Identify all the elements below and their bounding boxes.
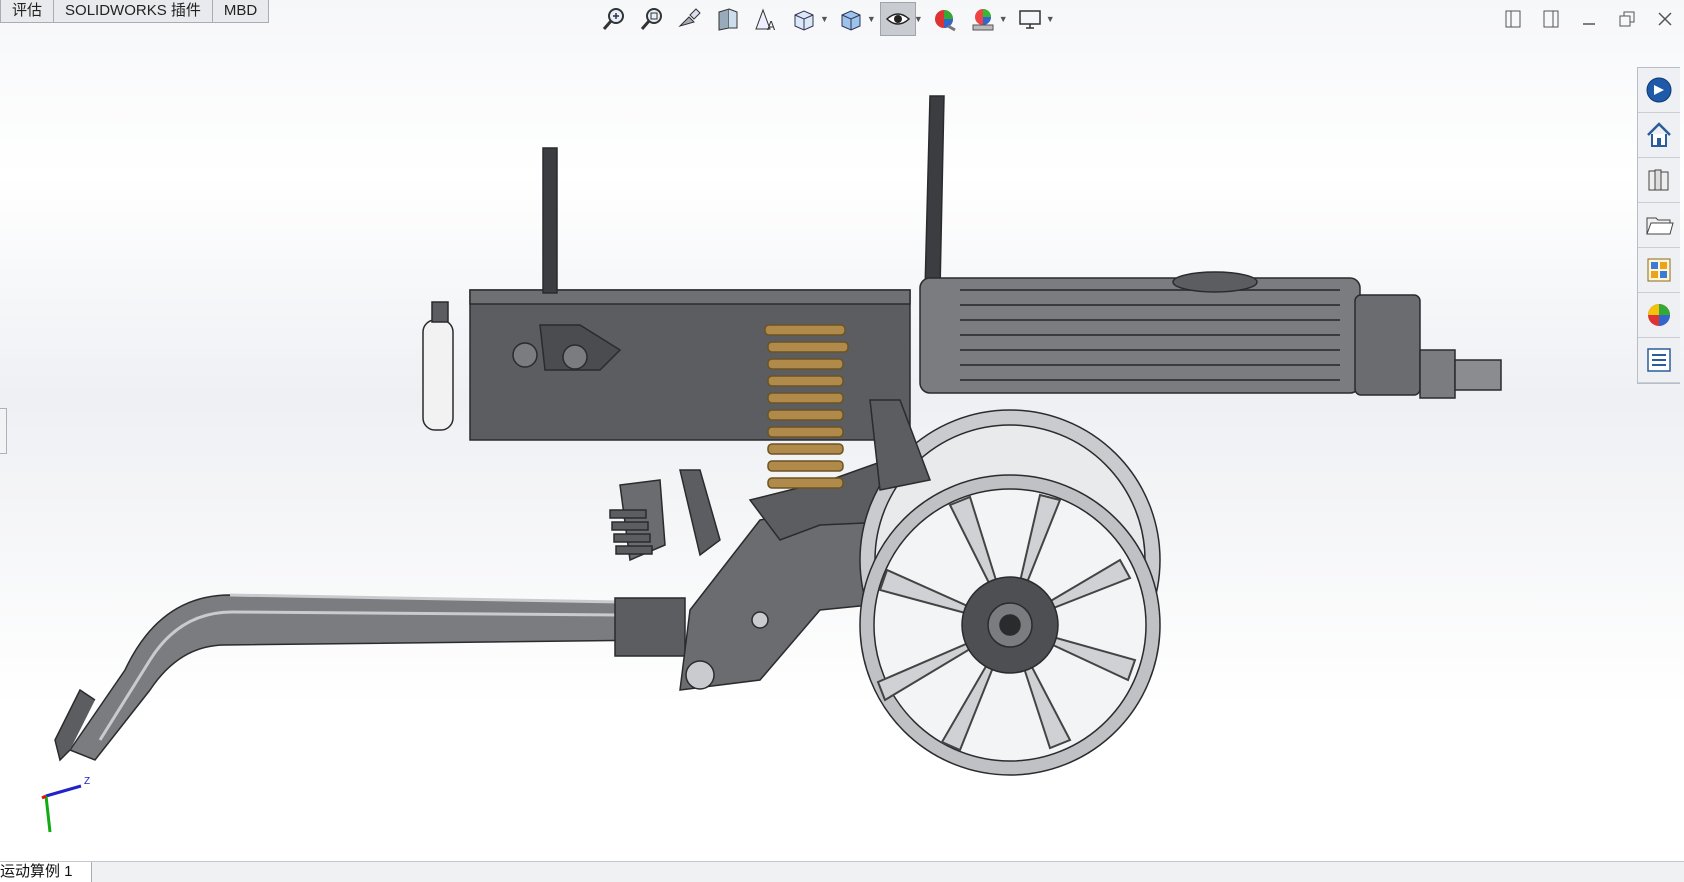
status-bar [0, 861, 1684, 882]
triad-x-axis [41, 794, 47, 800]
triad-y-axis [44, 795, 52, 833]
maxim-machine-gun-model [54, 95, 1502, 776]
motion-study-tab[interactable]: 运动算例 1 [0, 862, 92, 882]
graphics-area[interactable] [0, 0, 1684, 882]
reference-triad: Z [41, 776, 90, 833]
triad-z-label: Z [84, 776, 90, 787]
triad-z-axis [45, 784, 82, 798]
